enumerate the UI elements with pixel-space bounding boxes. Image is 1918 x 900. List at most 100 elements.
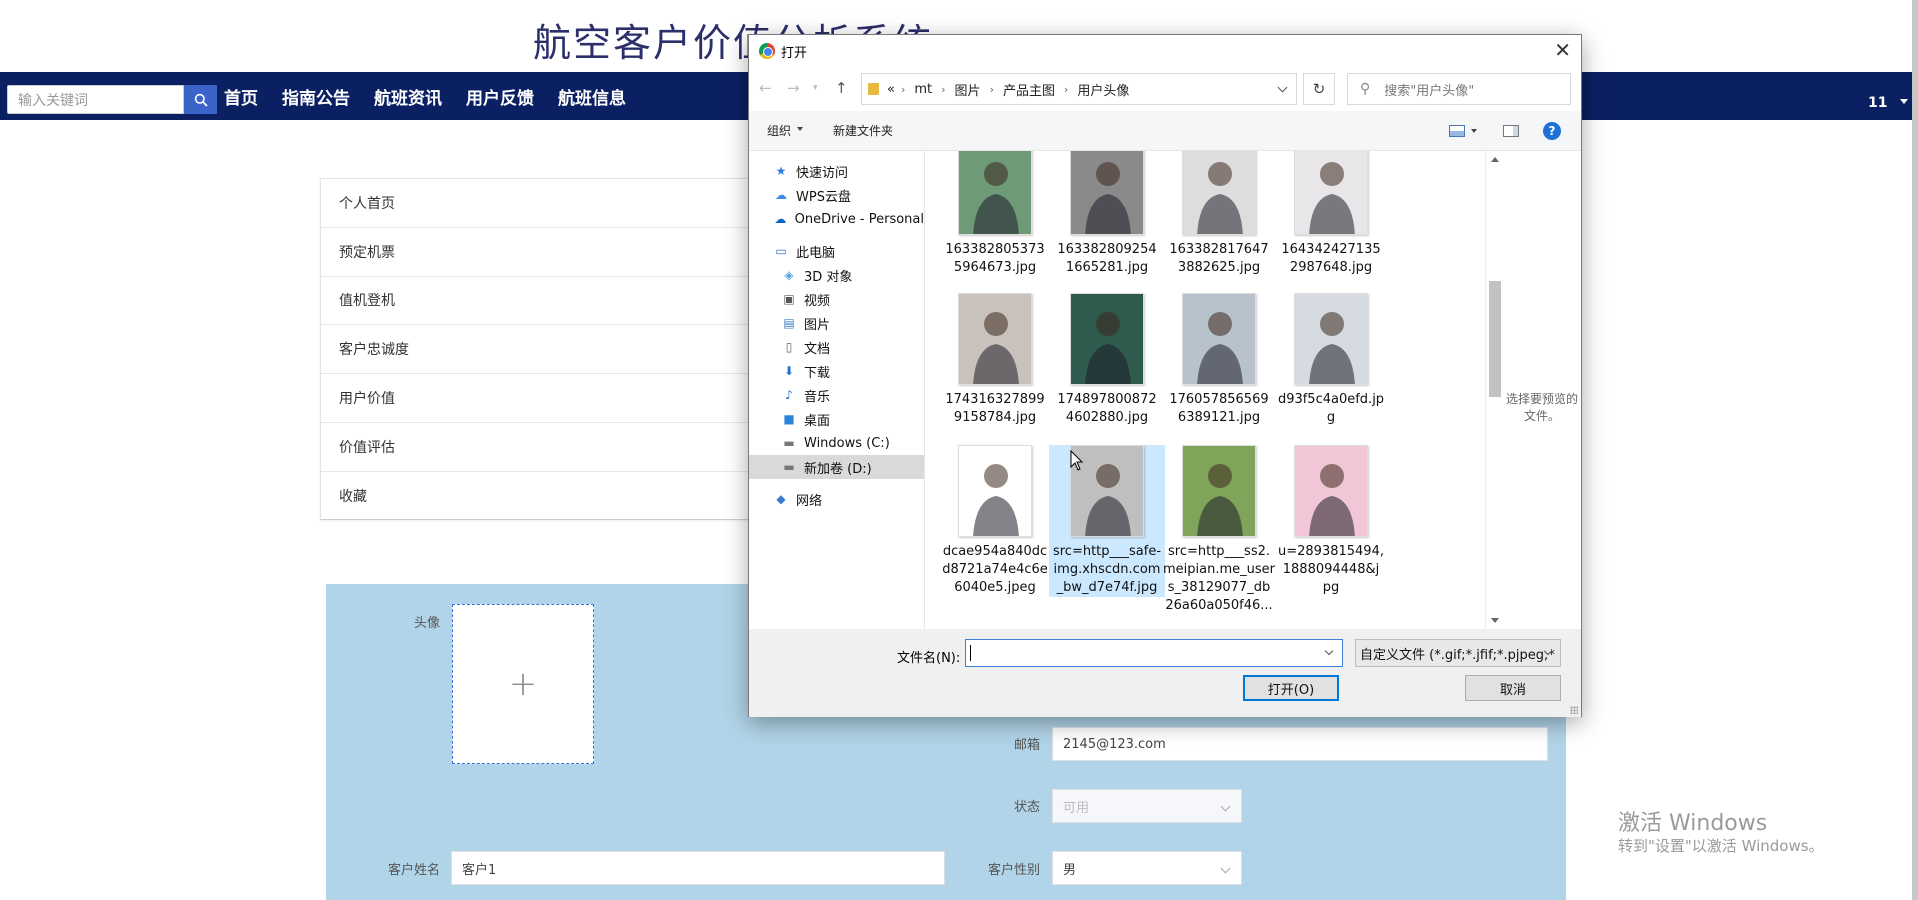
nav-flight-news[interactable]: 航班资讯 [374, 84, 442, 109]
user-menu[interactable]: 11 [1868, 95, 1887, 111]
menu-item-book-ticket[interactable]: 预定机票 [321, 228, 759, 277]
cube-icon: ◈ [784, 268, 794, 282]
preview-pane-icon[interactable] [1503, 125, 1519, 137]
customer-name-field[interactable]: 客户1 [451, 851, 945, 885]
tree-item[interactable]: ▬ 新加卷 (D:) [749, 455, 924, 479]
recent-chevron-icon[interactable]: ▾ [813, 83, 818, 93]
avatar-upload[interactable]: + [452, 604, 594, 764]
breadcrumb-mt[interactable]: mt [914, 82, 932, 97]
file-item[interactable]: d93f5c4a0efd.jp g [1273, 293, 1389, 427]
download-icon: ⬇ [783, 364, 795, 378]
menu-item-favorites[interactable]: 收藏 [321, 472, 759, 521]
file-name: dcae954a840dc d8721a74e4c6e 6040e5.jpeg [942, 544, 1048, 595]
site-search-button[interactable] [184, 85, 217, 114]
image-thumbnail [1294, 151, 1368, 235]
file-item[interactable]: 164342427135 2987648.jpg [1273, 151, 1389, 277]
folder-icon [868, 83, 879, 95]
tree-item[interactable]: ◆ 网络 [749, 487, 924, 511]
file-item[interactable]: 163382809254 1665281.jpg [1049, 151, 1165, 277]
folder-search-input[interactable]: ⚲ 搜索"用户头像" [1347, 73, 1571, 105]
menu-item-user-value[interactable]: 用户价值 [321, 374, 759, 423]
resize-grip-icon[interactable] [1570, 706, 1578, 714]
file-item[interactable]: 174316327899 9158784.jpg [937, 293, 1053, 427]
video-icon: ▣ [783, 292, 795, 306]
nav-guide[interactable]: 指南公告 [282, 84, 350, 109]
avatar-label: 头像 [413, 616, 440, 631]
tree-item[interactable]: ☁ WPS云盘 [749, 183, 924, 207]
star-icon: ★ [775, 164, 787, 178]
file-grid-scrollbar[interactable] [1485, 151, 1503, 629]
dialog-titlebar[interactable]: 打开 ✕ [749, 35, 1581, 67]
tree-item[interactable]: ▭ 此电脑 [749, 239, 924, 263]
menu-item-profile[interactable]: 个人首页 [321, 179, 759, 228]
file-item[interactable]: u=2893815494, 1888094448&j pg [1273, 445, 1389, 597]
file-item[interactable]: 163382817647 3882625.jpg [1161, 151, 1277, 277]
tree-item[interactable]: ★ 快速访问 [749, 159, 924, 183]
address-bar[interactable]: « › mt › 图片 › 产品主图 › 用户头像 [861, 73, 1297, 105]
scroll-up-icon[interactable] [1491, 157, 1499, 162]
tree-item[interactable]: ▤ 图片 [749, 311, 924, 335]
back-arrow-icon[interactable]: ← [759, 79, 772, 97]
filename-input[interactable] [965, 639, 1343, 667]
file-item[interactable]: 176057856569 6389121.jpg [1161, 293, 1277, 427]
tree-item-label: 新加卷 (D:) [804, 461, 872, 477]
dialog-navigation-bar: ← → ▾ ↑ « › mt › 图片 › 产品主图 › 用户头像 ↻ ⚲ 搜索… [749, 67, 1581, 111]
view-mode-icon[interactable] [1449, 125, 1465, 137]
tree-item-label: Windows (C:) [804, 435, 890, 451]
tree-item-label: OneDrive - Personal [794, 211, 924, 227]
customer-gender-select[interactable]: 男 [1052, 851, 1242, 885]
tree-item[interactable]: ▯ 文档 [749, 335, 924, 359]
image-thumbnail [1070, 151, 1144, 235]
file-name: src=http___ss2. meipian.me_user s_381290… [1163, 544, 1275, 613]
file-open-dialog: 打开 ✕ ← → ▾ ↑ « › mt › 图片 › 产品主图 › 用户头像 ↻… [748, 34, 1582, 717]
nav-home[interactable]: 首页 [224, 84, 258, 109]
menu-item-check-in[interactable]: 值机登机 [321, 277, 759, 326]
new-folder-button[interactable]: 新建文件夹 [833, 122, 893, 139]
file-item[interactable]: 163382805373 5964673.jpg [937, 151, 1053, 277]
page-scrollbar[interactable] [1912, 0, 1918, 900]
breadcrumb-separator: › [941, 82, 946, 96]
file-item[interactable]: dcae954a840dc d8721a74e4c6e 6040e5.jpeg [937, 445, 1053, 597]
tree-item-label: 视频 [804, 293, 831, 309]
tree-item[interactable]: ♪ 音乐 [749, 383, 924, 407]
scroll-thumb[interactable] [1489, 281, 1501, 397]
refresh-button[interactable]: ↻ [1303, 73, 1335, 105]
file-item[interactable]: 174897800872 4602880.jpg [1049, 293, 1165, 427]
breadcrumb-user-avatars[interactable]: 用户头像 [1077, 80, 1129, 99]
tree-item[interactable]: ⬇ 下载 [749, 359, 924, 383]
scroll-down-icon[interactable] [1491, 618, 1499, 623]
cancel-button[interactable]: 取消 [1465, 675, 1561, 701]
chevron-down-icon[interactable] [1471, 129, 1477, 133]
help-icon[interactable]: ? [1543, 122, 1561, 140]
tree-item[interactable]: ◈ 3D 对象 [749, 263, 924, 287]
chevron-down-icon[interactable] [1900, 99, 1908, 104]
organize-button[interactable]: 组织 [767, 122, 804, 139]
chevron-down-icon [1220, 863, 1231, 874]
file-item[interactable]: src=http___ss2. meipian.me_user s_381290… [1161, 445, 1277, 615]
dialog-toolbar: 组织 新建文件夹 ? [749, 111, 1581, 151]
file-item[interactable]: src=http___safe- img.xhscdn.com _bw_d7e7… [1049, 445, 1165, 597]
forward-arrow-icon[interactable]: → [787, 79, 800, 97]
tree-item[interactable]: ▣ 视频 [749, 287, 924, 311]
tree-item[interactable]: ☁ OneDrive - Personal [749, 207, 924, 231]
chevron-down-icon[interactable] [1324, 646, 1334, 656]
breadcrumb-overflow[interactable]: « [887, 82, 895, 97]
open-button[interactable]: 打开(O) [1243, 675, 1339, 701]
tree-item[interactable]: ■ 桌面 [749, 407, 924, 431]
file-type-select[interactable]: 自定义文件 (*.gif;*.jfif;*.pjpeg;* [1355, 639, 1561, 667]
close-icon[interactable]: ✕ [1554, 38, 1571, 62]
menu-item-loyalty[interactable]: 客户忠诚度 [321, 325, 759, 375]
search-icon: ⚲ [1360, 81, 1371, 97]
file-name: 163382817647 3882625.jpg [1169, 242, 1269, 275]
site-search-input[interactable]: 输入关键词 [7, 85, 184, 114]
menu-item-value-assessment[interactable]: 价值评估 [321, 423, 759, 472]
nav-feedback[interactable]: 用户反馈 [466, 84, 534, 109]
tree-item[interactable]: ▬ Windows (C:) [749, 431, 924, 455]
breadcrumb-pictures[interactable]: 图片 [955, 80, 981, 99]
chevron-down-icon[interactable] [1277, 82, 1288, 93]
email-field[interactable]: 2145@123.com [1052, 727, 1548, 761]
tree-item-label: WPS云盘 [796, 189, 851, 205]
nav-flight-info[interactable]: 航班信息 [558, 84, 626, 109]
up-arrow-icon[interactable]: ↑ [835, 79, 848, 97]
breadcrumb-product-images[interactable]: 产品主图 [1003, 80, 1055, 99]
